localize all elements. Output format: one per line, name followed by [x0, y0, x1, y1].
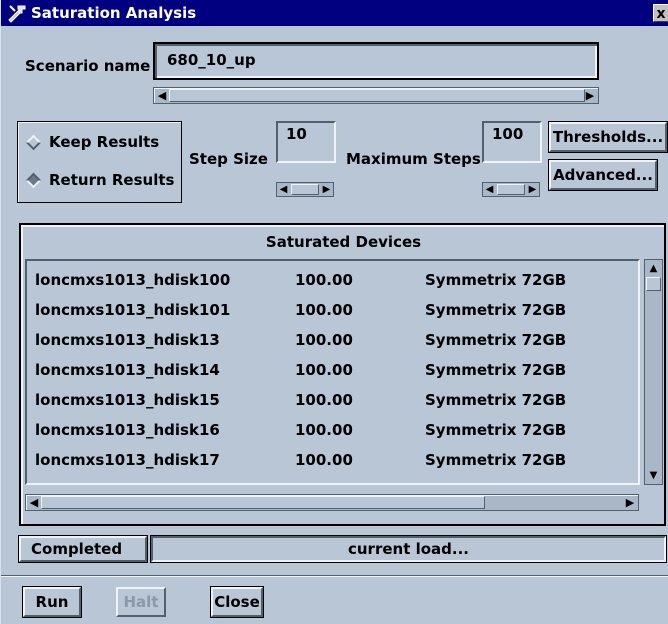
saturated-devices-header: Saturated Devices	[265, 233, 422, 251]
close-icon[interactable]: x	[653, 4, 668, 22]
scenario-scrollbar[interactable]: ◀ ▶	[153, 87, 599, 104]
decrement-icon[interactable]: ◀	[483, 183, 496, 196]
maximum-steps-input[interactable]: 100	[482, 121, 542, 163]
device-name: loncmxs1013_hdisk14	[35, 361, 220, 379]
scroll-right-icon[interactable]: ▶	[583, 88, 597, 103]
device-type: Symmetrix 72GB	[425, 331, 567, 349]
radio-off-icon	[25, 134, 42, 150]
devices-horizontal-scrollbar[interactable]: ◀ ▶	[25, 494, 639, 511]
decrement-icon[interactable]: ◀	[277, 183, 290, 196]
halt-button[interactable]: Halt	[116, 587, 166, 617]
device-utilization: 100.00	[295, 301, 353, 319]
scenario-name-label: Scenario name	[25, 57, 151, 75]
device-utilization: 100.00	[295, 331, 353, 349]
keep-results-label: Keep Results	[49, 133, 160, 151]
scroll-down-icon[interactable]: ▼	[645, 467, 662, 484]
device-utilization: 100.00	[295, 361, 353, 379]
keep-results-radio[interactable]: Keep Results	[25, 133, 160, 151]
tools-icon	[5, 2, 29, 24]
status-state: Completed	[19, 536, 147, 562]
device-name: loncmxs1013_hdisk101	[35, 301, 231, 319]
separator	[1, 575, 668, 577]
stepper-thumb[interactable]	[497, 184, 525, 195]
scroll-thumb[interactable]	[169, 89, 585, 102]
saturated-devices-list[interactable]: loncmxs1013_hdisk100 100.00 Symmetrix 72…	[25, 259, 640, 485]
step-size-input[interactable]: 10	[276, 121, 336, 163]
run-button[interactable]: Run	[23, 587, 81, 617]
device-utilization: 100.00	[295, 451, 353, 469]
scroll-up-icon[interactable]: ▲	[645, 260, 662, 277]
device-type: Symmetrix 72GB	[425, 451, 567, 469]
device-name: loncmxs1013_hdisk16	[35, 421, 220, 439]
device-name: loncmxs1013_hdisk13	[35, 331, 220, 349]
device-type: Symmetrix 72GB	[425, 421, 567, 439]
devices-vertical-scrollbar[interactable]: ▲ ▼	[644, 259, 663, 485]
device-type: Symmetrix 72GB	[425, 301, 567, 319]
title-bar[interactable]: Saturation Analysis x	[1, 0, 668, 26]
step-size-label: Step Size	[189, 150, 268, 168]
device-type: Symmetrix 72GB	[425, 271, 567, 289]
return-results-radio[interactable]: Return Results	[25, 171, 175, 189]
increment-icon[interactable]: ▶	[526, 183, 539, 196]
device-utilization: 100.00	[295, 271, 353, 289]
thresholds-button[interactable]: Thresholds...	[549, 122, 667, 152]
close-button[interactable]: Close	[211, 587, 263, 617]
scroll-right-icon[interactable]: ▶	[623, 495, 637, 510]
radio-on-icon	[25, 172, 42, 188]
window-title: Saturation Analysis	[31, 4, 197, 22]
return-results-label: Return Results	[49, 171, 175, 189]
device-name: loncmxs1013_hdisk15	[35, 391, 220, 409]
scroll-thumb[interactable]	[646, 277, 661, 291]
scroll-left-icon[interactable]: ◀	[27, 495, 41, 510]
maximum-steps-stepper[interactable]: ◀ ▶	[482, 182, 540, 197]
device-type: Symmetrix 72GB	[425, 361, 567, 379]
device-utilization: 100.00	[295, 421, 353, 439]
device-name: loncmxs1013_hdisk100	[35, 271, 231, 289]
scenario-name-input[interactable]: 680_10_up	[153, 42, 599, 80]
increment-icon[interactable]: ▶	[320, 183, 333, 196]
maximum-steps-label: Maximum Steps	[346, 150, 481, 168]
device-name: loncmxs1013_hdisk17	[35, 451, 220, 469]
saturation-analysis-window: Saturation Analysis x Scenario name 680_…	[0, 0, 668, 624]
scroll-thumb[interactable]	[41, 496, 485, 509]
step-size-stepper[interactable]: ◀ ▶	[276, 182, 334, 197]
stepper-thumb[interactable]	[291, 184, 319, 195]
device-type: Symmetrix 72GB	[425, 391, 567, 409]
status-message: current load...	[151, 536, 666, 562]
scroll-left-icon[interactable]: ◀	[155, 88, 169, 103]
results-radio-group: Keep Results Return Results	[17, 121, 182, 203]
device-utilization: 100.00	[295, 391, 353, 409]
advanced-button[interactable]: Advanced...	[549, 160, 657, 190]
